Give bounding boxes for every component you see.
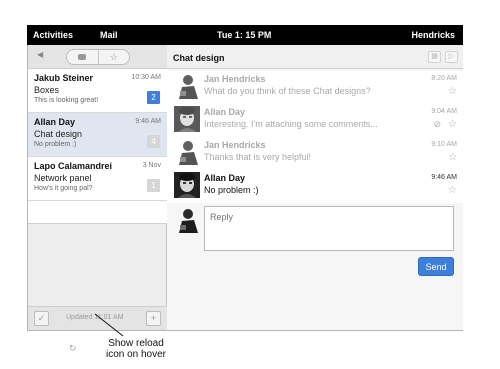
annotation-line-1: Show reload	[108, 338, 164, 349]
reload-icon: ↻	[69, 343, 77, 353]
annotation-pointer	[94, 313, 124, 337]
annotation-note: Show reload icon on hover	[100, 338, 172, 360]
annotation-line-2: icon on hover	[105, 349, 167, 360]
